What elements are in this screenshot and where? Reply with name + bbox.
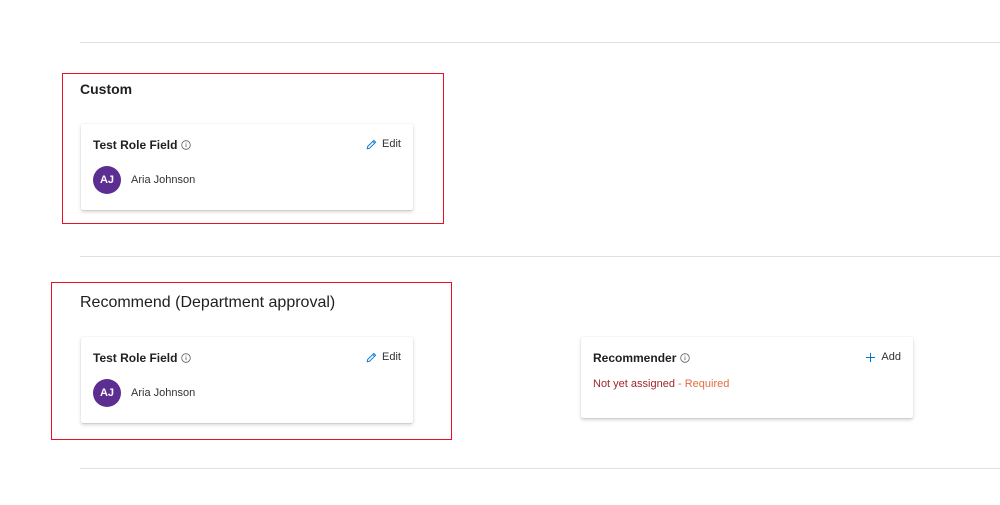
add-label: Add [881,351,901,363]
recommender-card: Recommender Add Not yet assigned - Requi… [581,337,913,418]
middle-divider [80,256,1000,257]
add-button[interactable]: Add [865,351,901,363]
info-icon[interactable] [181,353,192,363]
plus-icon [866,352,876,362]
assignment-status: Not yet assigned - Required [593,378,729,390]
pencil-icon [366,139,377,149]
top-divider [80,42,1000,43]
info-icon[interactable] [181,140,192,150]
avatar[interactable]: AJ [93,166,121,194]
status-separator: - [674,378,685,390]
edit-label: Edit [382,351,401,363]
card-title-text: Test Role Field [93,351,178,365]
card-title: Test Role Field [93,138,192,152]
card-title-text: Recommender [593,351,677,365]
person-name: Aria Johnson [131,387,196,399]
edit-label: Edit [382,138,401,150]
recommend-section-title: Recommend (Department approval) [80,294,336,311]
info-icon[interactable] [680,353,691,363]
custom-section-title: Custom [80,81,133,97]
pencil-icon [366,352,377,362]
bottom-divider [80,468,1000,469]
recommend-role-card: Test Role Field Edit AJ Aria Johnson [81,337,413,423]
assigned-person: AJ Aria Johnson [93,379,195,407]
edit-button[interactable]: Edit [366,138,401,150]
edit-button[interactable]: Edit [366,351,401,363]
card-title-text: Test Role Field [93,138,178,152]
card-title: Recommender [593,351,691,365]
custom-role-card: Test Role Field Edit AJ Aria Johnson [81,124,413,210]
card-title: Test Role Field [93,351,192,365]
required-label: Required [684,378,730,390]
person-name: Aria Johnson [131,174,196,186]
avatar[interactable]: AJ [93,379,121,407]
status-text: Not yet assigned [593,378,675,390]
assigned-person: AJ Aria Johnson [93,166,195,194]
